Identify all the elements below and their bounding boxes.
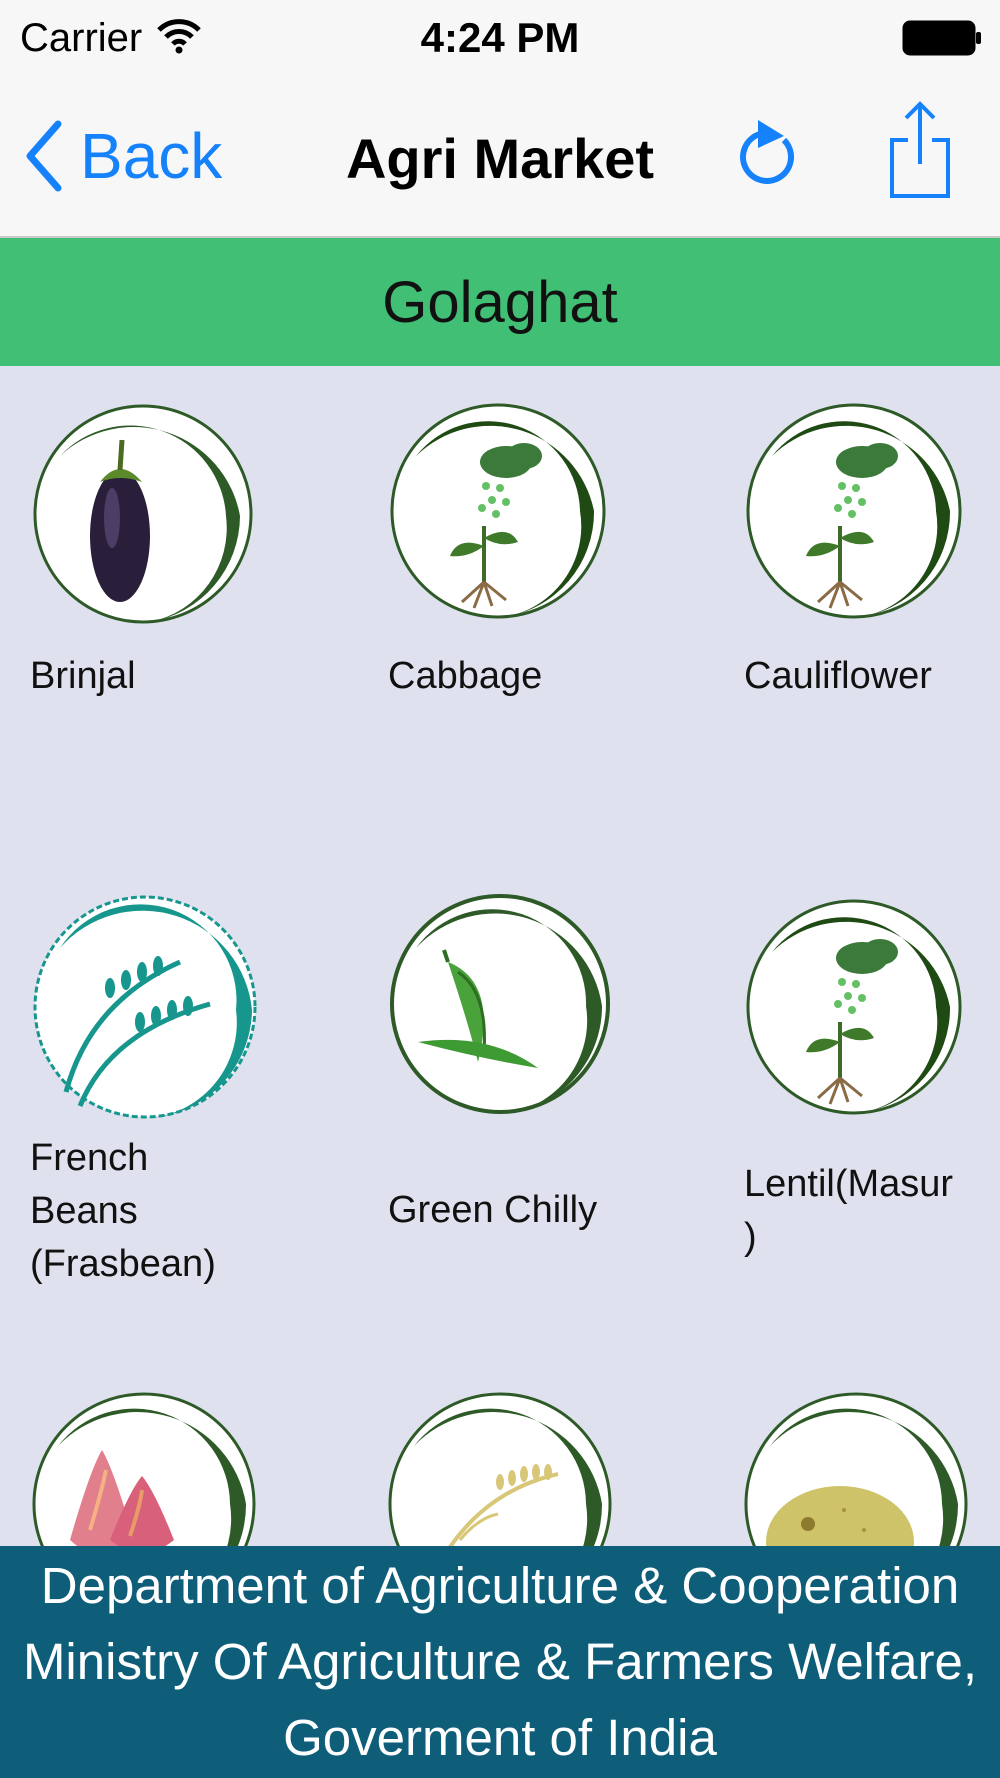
paddy-icon — [388, 1392, 612, 1546]
footer-banner: Department of Agriculture & Cooperation … — [0, 1546, 1000, 1778]
commodity-item-onion[interactable] — [30, 1390, 330, 1546]
region-header: Golaghat — [0, 238, 1000, 366]
page-title: Agri Market — [345, 127, 655, 190]
plant-rain-icon — [746, 899, 962, 1115]
commodity-label: Green Chilly — [388, 1189, 598, 1231]
status-time: 4:24 PM — [420, 14, 580, 61]
plant-rain-icon — [746, 403, 962, 619]
plant-rain-icon — [390, 403, 606, 619]
brinjal-icon — [33, 404, 253, 624]
onion-icon — [32, 1392, 256, 1546]
commodity-grid: Brinjal Cabbage Cauliflower French Beans… — [0, 366, 1000, 1546]
footer-line-department: Department of Agriculture & Cooperation — [40, 1557, 960, 1614]
commodity-item-paddy[interactable] — [388, 1390, 688, 1546]
green-chilly-icon — [390, 894, 610, 1114]
commodity-item-potato[interactable] — [744, 1390, 1000, 1546]
commodity-item-lentil[interactable]: Lentil(Masur ) — [744, 892, 1000, 1332]
share-icon[interactable] — [888, 100, 952, 200]
commodity-item-green-chilly[interactable]: Green Chilly — [388, 892, 688, 1332]
commodity-label: Cabbage — [388, 655, 543, 697]
commodity-item-cabbage[interactable]: Cabbage — [388, 396, 688, 816]
commodity-label: Lentil(Masur ) — [744, 1163, 954, 1258]
commodity-label: Brinjal — [30, 655, 136, 697]
commodity-item-french-beans[interactable]: French Beans (Frasbean) — [30, 892, 330, 1332]
commodity-item-cauliflower[interactable]: Cauliflower — [744, 396, 1000, 816]
status-bar: Carrier 4:24 PM — [0, 0, 1000, 78]
wheat-icon — [33, 895, 257, 1119]
footer-line-government: Goverment of India — [283, 1709, 717, 1766]
potato-icon — [744, 1392, 968, 1546]
commodity-label: French Beans (Frasbean) — [30, 1137, 216, 1285]
refresh-icon[interactable] — [738, 110, 802, 194]
footer-line-ministry: Ministry Of Agriculture & Farmers Welfar… — [22, 1633, 978, 1690]
nav-bar: Back Agri Market — [0, 78, 1000, 238]
battery-icon — [902, 20, 981, 56]
commodity-item-brinjal[interactable]: Brinjal — [30, 396, 330, 816]
commodity-label: Cauliflower — [744, 655, 932, 697]
